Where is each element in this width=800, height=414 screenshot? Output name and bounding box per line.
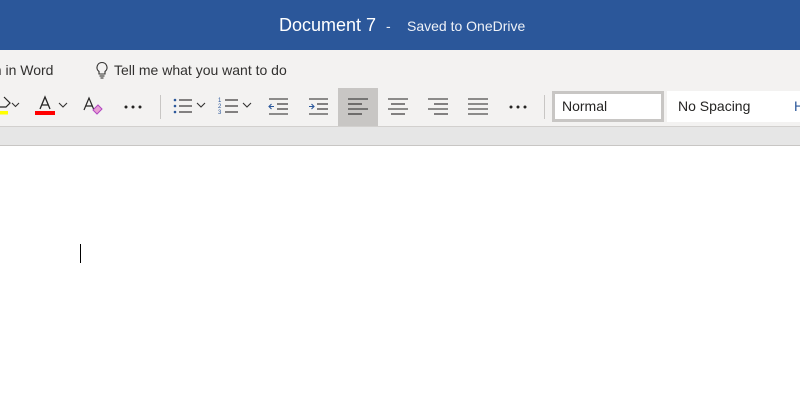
bullets-icon — [173, 98, 206, 114]
title-bar: Document 7 - Saved to OneDrive — [0, 0, 800, 50]
tell-me-label: Tell me what you want to do — [114, 62, 287, 78]
decrease-indent-icon — [268, 98, 288, 115]
clear-formatting-icon — [83, 96, 103, 115]
text-cursor — [80, 244, 81, 263]
more-icon — [509, 105, 527, 109]
style-no-spacing[interactable]: No Spacing — [667, 91, 785, 122]
menu-bar: en in Word Tell me what you want to do — [0, 50, 800, 88]
lightbulb-icon — [96, 61, 108, 79]
align-center-button[interactable] — [378, 88, 418, 126]
title-separator: - — [386, 18, 391, 34]
decrease-indent-button[interactable] — [262, 88, 294, 126]
align-left-button[interactable] — [338, 88, 378, 126]
increase-indent-icon — [309, 98, 328, 115]
ruler-band — [0, 126, 800, 146]
font-color-button[interactable] — [32, 88, 72, 126]
increase-indent-button[interactable] — [302, 88, 334, 126]
save-status[interactable]: Saved to OneDrive — [407, 17, 525, 35]
align-center-icon — [388, 98, 408, 115]
align-right-icon — [428, 98, 448, 115]
clear-formatting-button[interactable] — [80, 88, 106, 126]
justify-button[interactable] — [458, 88, 498, 126]
ribbon-divider — [544, 95, 545, 119]
justify-icon — [468, 98, 488, 115]
more-paragraph-options-button[interactable] — [503, 88, 533, 126]
open-in-word-button[interactable]: en in Word — [0, 61, 53, 79]
numbering-button[interactable]: 1 2 3 — [216, 88, 256, 126]
ribbon-divider — [160, 95, 161, 119]
more-font-options-button[interactable] — [118, 88, 148, 126]
highlight-icon — [0, 96, 20, 115]
font-color-icon — [35, 95, 68, 115]
bullets-button[interactable] — [170, 88, 210, 126]
svg-text:3: 3 — [218, 110, 222, 116]
more-icon — [124, 105, 142, 109]
numbering-icon: 1 2 3 — [218, 98, 252, 116]
style-normal[interactable]: Normal — [552, 91, 664, 122]
document-title[interactable]: Document 7 — [279, 14, 376, 36]
align-right-button[interactable] — [418, 88, 458, 126]
align-left-icon — [348, 98, 368, 115]
tell-me-search[interactable]: Tell me what you want to do — [94, 58, 287, 82]
highlight-button[interactable] — [0, 88, 26, 126]
document-body[interactable] — [0, 146, 800, 414]
style-heading[interactable]: H — [785, 91, 800, 122]
